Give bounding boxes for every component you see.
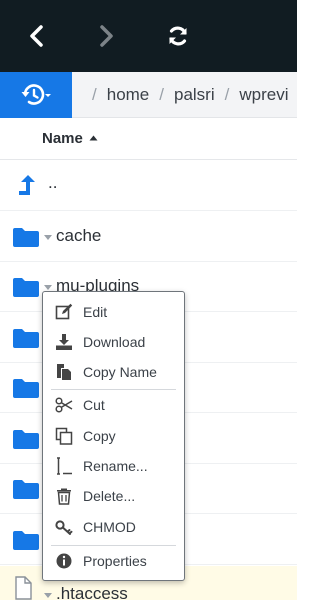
menu-item-cut[interactable]: Cut bbox=[43, 391, 184, 419]
folder-icon bbox=[13, 480, 39, 499]
breadcrumb-item-wprevi[interactable]: wprevi bbox=[239, 85, 288, 105]
breadcrumb-separator: / bbox=[92, 85, 97, 104]
breadcrumb-separator: / bbox=[159, 85, 164, 104]
forward-button[interactable] bbox=[90, 20, 122, 52]
menu-item-download[interactable]: Download bbox=[43, 328, 184, 356]
menu-item-rename[interactable]: Rename... bbox=[43, 452, 184, 480]
breadcrumb-item-home[interactable]: home bbox=[107, 85, 150, 105]
refresh-icon bbox=[169, 26, 187, 46]
folder-icon bbox=[13, 531, 39, 550]
back-button[interactable] bbox=[21, 20, 53, 52]
caret-down-icon[interactable] bbox=[44, 285, 52, 290]
folder-icon bbox=[13, 278, 39, 297]
menu-item-edit[interactable]: Edit bbox=[43, 298, 184, 326]
menu-item-label: Copy Name bbox=[83, 364, 157, 380]
menu-item-chmod[interactable]: CHMOD bbox=[43, 513, 184, 541]
file-name: .. bbox=[48, 173, 58, 192]
info-icon bbox=[55, 552, 73, 570]
folder-icon bbox=[13, 329, 39, 348]
history-icon bbox=[21, 84, 51, 105]
edit-icon bbox=[55, 303, 73, 321]
menu-item-delete[interactable]: Delete... bbox=[43, 482, 184, 510]
breadcrumb: / home / palsri / wprevi bbox=[0, 72, 297, 118]
list-item-parent[interactable]: .. bbox=[0, 161, 297, 211]
menu-item-label: Cut bbox=[83, 397, 105, 413]
folder-icon bbox=[13, 379, 39, 398]
menu-item-label: Properties bbox=[83, 553, 147, 569]
context-menu: Edit Download Copy Name Cut Copy Rename.… bbox=[42, 291, 185, 581]
menu-divider bbox=[51, 389, 176, 390]
scissors-icon bbox=[55, 396, 73, 414]
menu-item-label: Download bbox=[83, 334, 146, 350]
name-column-header[interactable]: Name bbox=[42, 130, 83, 147]
breadcrumb-item-palsri[interactable]: palsri bbox=[174, 85, 215, 105]
list-item-folder[interactable]: cache bbox=[0, 212, 297, 262]
menu-item-label: Edit bbox=[83, 304, 108, 320]
history-button[interactable] bbox=[0, 72, 72, 118]
folder-icon bbox=[13, 228, 39, 247]
column-header: Name bbox=[0, 118, 297, 160]
chevron-right-icon bbox=[100, 25, 113, 47]
copy-name-icon bbox=[55, 363, 73, 381]
copy-icon bbox=[55, 427, 73, 445]
refresh-button[interactable] bbox=[162, 20, 194, 52]
menu-item-properties[interactable]: Properties bbox=[43, 547, 184, 575]
sort-ascending-icon bbox=[89, 135, 98, 141]
file-name: cache bbox=[56, 226, 102, 245]
chevron-left-icon bbox=[30, 25, 43, 47]
menu-item-label: Delete... bbox=[83, 488, 136, 504]
menu-item-copy[interactable]: Copy bbox=[43, 422, 184, 450]
trash-icon bbox=[55, 487, 73, 505]
toolbar bbox=[0, 0, 297, 72]
key-icon bbox=[55, 518, 73, 536]
menu-item-copy-name[interactable]: Copy Name bbox=[43, 358, 184, 386]
menu-item-label: Copy bbox=[83, 428, 116, 444]
menu-divider bbox=[51, 545, 176, 546]
level-up-icon bbox=[19, 175, 35, 195]
menu-item-label: Rename... bbox=[83, 458, 148, 474]
text-cursor-icon bbox=[55, 457, 73, 475]
caret-down-icon[interactable] bbox=[44, 235, 52, 240]
folder-icon bbox=[13, 430, 39, 449]
file-icon bbox=[15, 576, 32, 600]
file-name: .htaccess bbox=[56, 584, 128, 600]
caret-down-icon[interactable] bbox=[44, 593, 52, 598]
menu-item-label: CHMOD bbox=[83, 519, 136, 535]
breadcrumb-separator: / bbox=[224, 85, 230, 104]
download-icon bbox=[55, 333, 73, 351]
breadcrumb-path: / home / palsri / wprevi bbox=[82, 72, 288, 118]
